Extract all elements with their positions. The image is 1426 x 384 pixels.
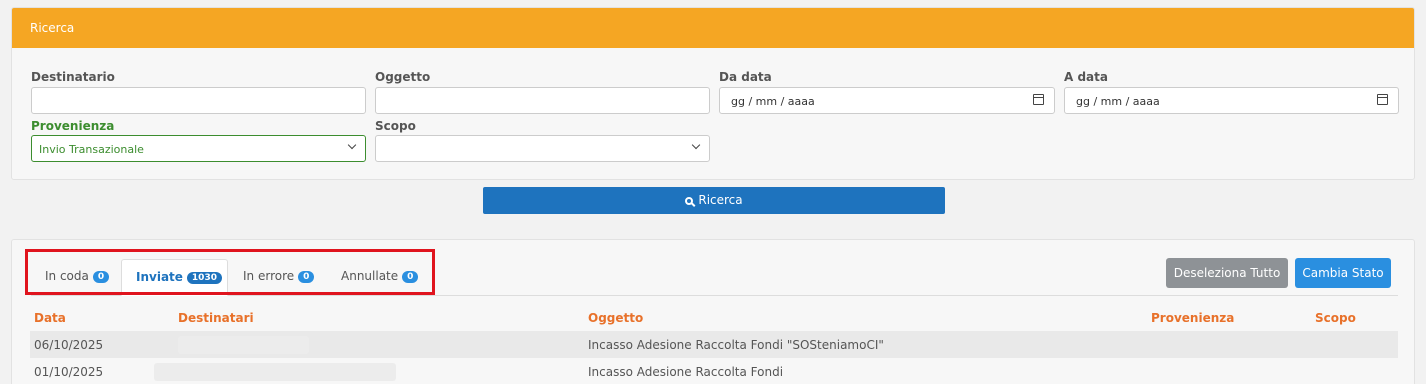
cell-oggetto: Incasso Adesione Raccolta Fondi "SOSteni…	[588, 338, 884, 352]
cell-oggetto: Incasso Adesione Raccolta Fondi	[588, 365, 784, 379]
change-status-button[interactable]: Cambia Stato	[1295, 258, 1391, 288]
redacted-recipient	[154, 363, 396, 381]
cell-data: 06/10/2025	[34, 338, 104, 352]
table-row[interactable]: 06/10/2025 Incasso Adesione Raccolta Fon…	[30, 331, 1398, 358]
column-header-provenienza[interactable]: Provenienza	[1151, 311, 1234, 325]
da-data-label: Da data	[719, 70, 772, 84]
destinatario-label: Destinatario	[31, 70, 115, 84]
da-data-placeholder: gg / mm / aaaa	[731, 95, 815, 108]
da-data-input[interactable]: gg / mm / aaaa	[719, 87, 1055, 114]
calendar-icon[interactable]	[1033, 94, 1044, 105]
calendar-icon[interactable]	[1377, 94, 1388, 105]
table-row[interactable]: 01/10/2025 Incasso Adesione Raccolta Fon…	[30, 358, 1398, 384]
search-button[interactable]: Ricerca	[483, 187, 945, 214]
search-icon	[685, 197, 694, 205]
search-panel-title: Ricerca	[12, 8, 1414, 48]
destinatario-input[interactable]	[31, 87, 366, 114]
a-data-input[interactable]: gg / mm / aaaa	[1064, 87, 1399, 114]
column-header-destinatari[interactable]: Destinatari	[178, 311, 254, 325]
chevron-down-icon	[347, 140, 357, 150]
cell-data: 01/10/2025	[34, 365, 104, 379]
redacted-recipient	[178, 336, 309, 354]
tabs-highlight-box	[25, 249, 435, 295]
chevron-down-icon	[691, 140, 701, 150]
deselect-all-button[interactable]: Deseleziona Tutto	[1166, 258, 1288, 288]
oggetto-label: Oggetto	[375, 70, 431, 84]
a-data-placeholder: gg / mm / aaaa	[1076, 95, 1160, 108]
column-header-scopo[interactable]: Scopo	[1315, 311, 1356, 325]
column-header-oggetto[interactable]: Oggetto	[588, 311, 643, 325]
scopo-label: Scopo	[375, 119, 416, 133]
scopo-select[interactable]	[375, 135, 710, 162]
search-button-label: Ricerca	[698, 193, 743, 207]
provenienza-select[interactable]: Invio Transazionale	[31, 135, 366, 162]
search-panel: Ricerca Destinatario Oggetto Da data gg …	[11, 7, 1415, 180]
provenienza-selected: Invio Transazionale	[39, 143, 144, 156]
provenienza-label: Provenienza	[31, 119, 115, 133]
column-header-data[interactable]: Data	[34, 311, 66, 325]
oggetto-input[interactable]	[375, 87, 710, 114]
a-data-label: A data	[1064, 70, 1108, 84]
